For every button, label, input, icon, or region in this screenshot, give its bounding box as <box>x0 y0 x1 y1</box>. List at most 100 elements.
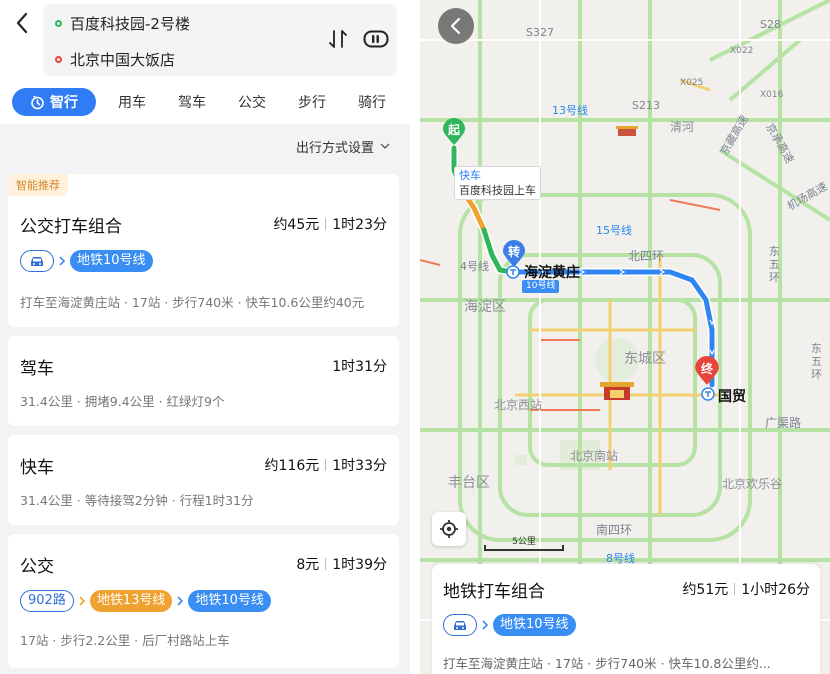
map-label-dongcheng: 东城区 <box>624 351 666 367</box>
travel-settings-button[interactable]: 出行方式设置 <box>296 137 390 156</box>
map-road-east-5th-ring-2: 东五环 <box>811 342 822 381</box>
segment-arrow-icon <box>482 620 489 630</box>
summary-meta: 约51元 1小时26分 <box>682 579 810 599</box>
route-price: 约45元 <box>273 217 320 233</box>
end-station-label: 国贸 <box>718 389 746 405</box>
subway-line-10-chip: 地铁10号线 <box>188 590 271 612</box>
destination-dot-icon <box>55 56 62 63</box>
line-10-map-tag: 10号线 <box>522 280 560 293</box>
route-price: 8元 <box>296 557 320 573</box>
tab-ride-hailing[interactable]: 用车 <box>102 92 162 112</box>
route-card-title: 快车 <box>20 458 54 478</box>
route-card-meta: 8元 1时39分 <box>296 554 387 574</box>
tab-cycling[interactable]: 骑行 <box>342 92 402 112</box>
start-pin[interactable]: 起 <box>442 118 466 146</box>
route-summary-card[interactable]: 地铁打车组合 约51元 1小时26分 地铁10号线 打车至海淀黄庄站 · 17站… <box>432 564 820 674</box>
map-tag-x025: X025 <box>680 78 704 88</box>
route-card-driving[interactable]: 驾车 1时31分 31.4公里 · 拥堵9.4公里 · 红绿灯9个 <box>8 336 399 426</box>
map-back-button[interactable] <box>438 8 474 44</box>
route-card-meta: 约45元 1时23分 <box>273 214 387 234</box>
route-card-transit[interactable]: 公交 8元 1时39分 902路 地铁13号线 地铁10号线 17站 · 步行2… <box>8 534 399 668</box>
map-tag-x022: X022 <box>730 46 754 56</box>
route-card-detail: 打车至海淀黄庄站 · 17站 · 步行740米 · 快车10.6公里约40元 <box>20 295 365 310</box>
route-options-panel: 百度科技园-2号楼 北京中国大饭店 智行 用车 驾车 公交 步行 骑行 出行方式… <box>0 0 410 674</box>
map-tag-s327: S327 <box>526 26 554 39</box>
route-map-panel[interactable]: 清河 海淀区 东城区 丰台区 北京西站 北京南站 北京欢乐谷 北四环 广渠路 南… <box>420 0 830 674</box>
summary-segments: 地铁10号线 <box>443 614 576 636</box>
route-duration: 1时33分 <box>332 458 387 474</box>
transfer-pin[interactable]: 转 <box>502 240 526 268</box>
route-endpoints-box: 百度科技园-2号楼 北京中国大饭店 <box>43 4 397 76</box>
route-card-detail: 31.4公里 · 拥堵9.4公里 · 红绿灯9个 <box>20 394 225 409</box>
meta-divider <box>325 558 327 570</box>
tab-driving[interactable]: 驾车 <box>162 92 222 112</box>
destination-text: 北京中国大饭店 <box>70 51 176 69</box>
end-pin[interactable]: 终 <box>694 356 720 386</box>
small-landmark-icon <box>616 126 638 136</box>
map-label-happy-valley: 北京欢乐谷 <box>722 477 783 491</box>
destination-field[interactable]: 北京中国大饭店 <box>55 49 175 70</box>
map-tag-s28: S28 <box>760 18 781 31</box>
origin-dot-icon <box>55 20 62 27</box>
map-road-south-4th-ring: 南四环 <box>596 523 633 537</box>
map-tag-line15: 15号线 <box>596 224 632 237</box>
map-scale-bar <box>484 545 564 551</box>
route-card-meta: 约116元 1时33分 <box>265 455 387 475</box>
map-label-haidian: 海淀区 <box>464 299 506 315</box>
tab-walking[interactable]: 步行 <box>282 92 342 112</box>
segment-arrow-icon <box>79 596 85 606</box>
origin-field[interactable]: 百度科技园-2号楼 <box>55 13 190 34</box>
bus-902-chip: 902路 <box>20 590 74 612</box>
map-tag-s213: S213 <box>632 99 660 112</box>
map-road-east-5th-ring: 东五环 <box>769 245 780 284</box>
route-card-detail: 31.4公里 · 等待接驾2分钟 · 行程1时31分 <box>20 493 254 508</box>
segment-arrow-icon <box>59 256 66 266</box>
landmark-icon <box>600 382 634 400</box>
route-card-express[interactable]: 快车 约116元 1时33分 31.4公里 · 等待接驾2分钟 · 行程1时31… <box>8 435 399 525</box>
meta-divider <box>734 583 736 595</box>
back-arrow-icon <box>450 17 461 35</box>
travel-mode-tabs: 智行 用车 驾车 公交 步行 骑行 <box>12 88 402 116</box>
subway-station-icon <box>506 265 520 279</box>
route-card-detail: 17站 · 步行2.2公里 · 后厂村路站上车 <box>20 633 230 648</box>
swap-icon[interactable] <box>327 28 349 50</box>
map-road-guangqu: 广渠路 <box>765 416 802 430</box>
tab-smart[interactable]: 智行 <box>12 88 96 116</box>
back-arrow-icon[interactable] <box>12 10 34 36</box>
subway-line-10-chip: 地铁10号线 <box>493 614 576 636</box>
route-duration: 1时39分 <box>332 557 387 573</box>
map-tag-x016: X016 <box>760 90 784 100</box>
map-label-beijing-south: 北京南站 <box>570 449 619 463</box>
map-label-qinghe: 清河 <box>670 120 695 134</box>
locate-icon <box>440 520 458 538</box>
pickup-callout-mode: 快车 <box>459 169 481 182</box>
segment-arrow-icon <box>177 596 184 606</box>
more-options-icon[interactable] <box>363 30 389 48</box>
taxi-segment-icon <box>443 614 477 636</box>
summary-title: 地铁打车组合 <box>443 582 545 602</box>
taxi-segment-icon <box>20 250 54 272</box>
meta-divider <box>325 459 327 471</box>
route-card-bus-taxi[interactable]: 智能推荐 公交打车组合 约45元 1时23分 地铁10号线 打车至海淀黄庄站 ·… <box>8 174 399 327</box>
summary-detail: 打车至海淀黄庄站 · 17站 · 步行740米 · 快车10.8公里约... <box>443 656 771 671</box>
route-segments: 902路 地铁13号线 地铁10号线 <box>20 590 271 612</box>
route-segments: 地铁10号线 <box>20 250 153 272</box>
route-card-title: 公交 <box>20 557 54 577</box>
chevron-down-icon <box>380 143 390 149</box>
end-pin-label: 终 <box>700 361 713 376</box>
route-header: 百度科技园-2号楼 北京中国大饭店 智行 用车 驾车 公交 步行 骑行 <box>0 0 410 124</box>
route-card-title: 公交打车组合 <box>20 217 122 237</box>
travel-settings-label: 出行方式设置 <box>295 141 374 156</box>
pickup-callout: 快车 百度科技园上车 <box>454 166 541 200</box>
tab-transit[interactable]: 公交 <box>222 92 282 112</box>
transfer-pin-label: 转 <box>507 244 520 259</box>
map-label-beijing-west: 北京西站 <box>494 398 543 412</box>
recommend-badge: 智能推荐 <box>8 174 68 196</box>
locate-button[interactable] <box>432 512 466 546</box>
route-duration: 1时31分 <box>332 359 387 375</box>
map-tag-line4: 4号线 <box>460 260 489 273</box>
meta-divider <box>325 218 327 230</box>
route-card-title: 驾车 <box>20 359 54 379</box>
route-price: 约116元 <box>264 458 320 474</box>
route-duration: 1时23分 <box>332 217 387 233</box>
